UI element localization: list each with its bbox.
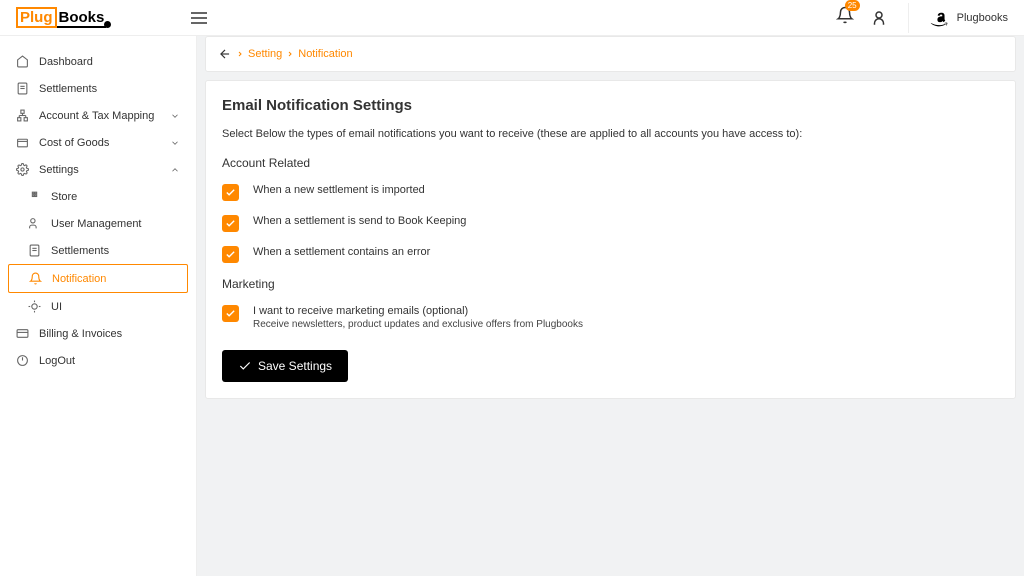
nav-billing[interactable]: Billing & Invoices <box>8 320 188 347</box>
brand-label: Plugbooks <box>957 12 1008 24</box>
page-title: Email Notification Settings <box>222 97 999 114</box>
checkbox-marketing[interactable] <box>222 305 239 322</box>
chevron-right-icon <box>286 50 294 58</box>
checkbox-row: When a settlement is send to Book Keepin… <box>222 215 999 232</box>
check-icon <box>238 359 252 373</box>
gear-icon <box>16 163 29 176</box>
nav-label: Dashboard <box>39 56 93 68</box>
nav-label: Billing & Invoices <box>39 328 122 340</box>
nav-dashboard[interactable]: Dashboard <box>8 48 188 75</box>
nav-settlements[interactable]: Settlements <box>8 75 188 102</box>
box-icon <box>16 136 29 149</box>
nav-label: Account & Tax Mapping <box>39 110 154 122</box>
checkbox-label: When a settlement is send to Book Keepin… <box>253 215 466 227</box>
check-icon <box>225 308 236 319</box>
nav-ui[interactable]: UI <box>8 293 188 320</box>
bell-icon <box>29 272 42 285</box>
breadcrumb-card: Setting Notification <box>205 36 1016 72</box>
back-icon[interactable] <box>218 47 232 61</box>
checkbox-label: When a settlement contains an error <box>253 246 430 258</box>
breadcrumb-item[interactable]: Setting <box>248 48 282 60</box>
nav-label: Notification <box>52 273 106 285</box>
layout: Dashboard Settlements Account & Tax Mapp… <box>0 36 1024 576</box>
file-icon <box>28 244 41 257</box>
checkbox-row: When a settlement contains an error <box>222 246 999 263</box>
check-icon <box>225 218 236 229</box>
nav-label: Settlements <box>39 83 97 95</box>
nav-label: User Management <box>51 218 142 230</box>
save-button[interactable]: Save Settings <box>222 350 348 382</box>
section-marketing: Marketing <box>222 277 999 291</box>
chevron-down-icon <box>170 111 180 121</box>
nav-user-mgmt[interactable]: User Management <box>8 210 188 237</box>
checkbox-row: When a new settlement is imported <box>222 184 999 201</box>
users-icon <box>28 217 41 230</box>
nav-label: Settings <box>39 164 79 176</box>
header-left: Plug Books <box>16 7 207 28</box>
checkbox-label: When a new settlement is imported <box>253 184 425 196</box>
checkbox-new-settlement[interactable] <box>222 184 239 201</box>
checkbox-row: I want to receive marketing emails (opti… <box>222 305 999 330</box>
nav-account-tax[interactable]: Account & Tax Mapping <box>8 102 188 129</box>
notification-bell[interactable]: 25 <box>836 6 854 29</box>
logo-plug: Plug <box>16 7 57 28</box>
main: Setting Notification Email Notification … <box>197 36 1024 576</box>
logo[interactable]: Plug Books <box>16 7 106 28</box>
ui-icon <box>28 300 41 313</box>
chevron-up-icon <box>170 165 180 175</box>
brand-selector[interactable]: Plugbooks <box>929 8 1008 28</box>
nav-settlements-sub[interactable]: Settlements <box>8 237 188 264</box>
nav-label: Cost of Goods <box>39 137 109 149</box>
card-icon <box>16 327 29 340</box>
checkbox-error[interactable] <box>222 246 239 263</box>
nav-label: Settlements <box>51 245 109 257</box>
nav-settings[interactable]: Settings <box>8 156 188 183</box>
logo-books: Books <box>57 9 107 28</box>
home-icon <box>16 55 29 68</box>
notification-badge: 25 <box>845 0 860 11</box>
content-card: Email Notification Settings Select Below… <box>205 80 1016 399</box>
nav-notification[interactable]: Notification <box>8 264 188 293</box>
nav-label: LogOut <box>39 355 75 367</box>
breadcrumb: Setting Notification <box>206 37 1015 71</box>
section-account: Account Related <box>222 156 999 170</box>
check-icon <box>225 249 236 260</box>
nav-logout[interactable]: LogOut <box>8 347 188 374</box>
chevron-down-icon <box>170 138 180 148</box>
user-icon[interactable] <box>870 9 888 27</box>
nav-store[interactable]: Store <box>8 183 188 210</box>
checkbox-label: I want to receive marketing emails (opti… <box>253 305 583 317</box>
header: Plug Books 25 Plugbooks <box>0 0 1024 36</box>
hamburger-icon[interactable] <box>191 12 207 24</box>
sitemap-icon <box>16 109 29 122</box>
save-label: Save Settings <box>258 359 332 373</box>
content: Email Notification Settings Select Below… <box>206 81 1015 398</box>
logout-icon <box>16 354 29 367</box>
breadcrumb-item[interactable]: Notification <box>298 48 352 60</box>
sidebar: Dashboard Settlements Account & Tax Mapp… <box>0 36 197 576</box>
chevron-right-icon <box>236 50 244 58</box>
amazon-icon <box>929 8 949 28</box>
nav-label: UI <box>51 301 62 313</box>
page-description: Select Below the types of email notifica… <box>222 128 999 140</box>
store-icon <box>28 190 41 203</box>
nav-label: Store <box>51 191 77 203</box>
check-icon <box>225 187 236 198</box>
checkbox-bookkeeping[interactable] <box>222 215 239 232</box>
header-right: 25 Plugbooks <box>836 3 1008 33</box>
divider <box>908 3 909 33</box>
file-icon <box>16 82 29 95</box>
nav-cost-goods[interactable]: Cost of Goods <box>8 129 188 156</box>
checkbox-subtext: Receive newsletters, product updates and… <box>253 319 583 330</box>
